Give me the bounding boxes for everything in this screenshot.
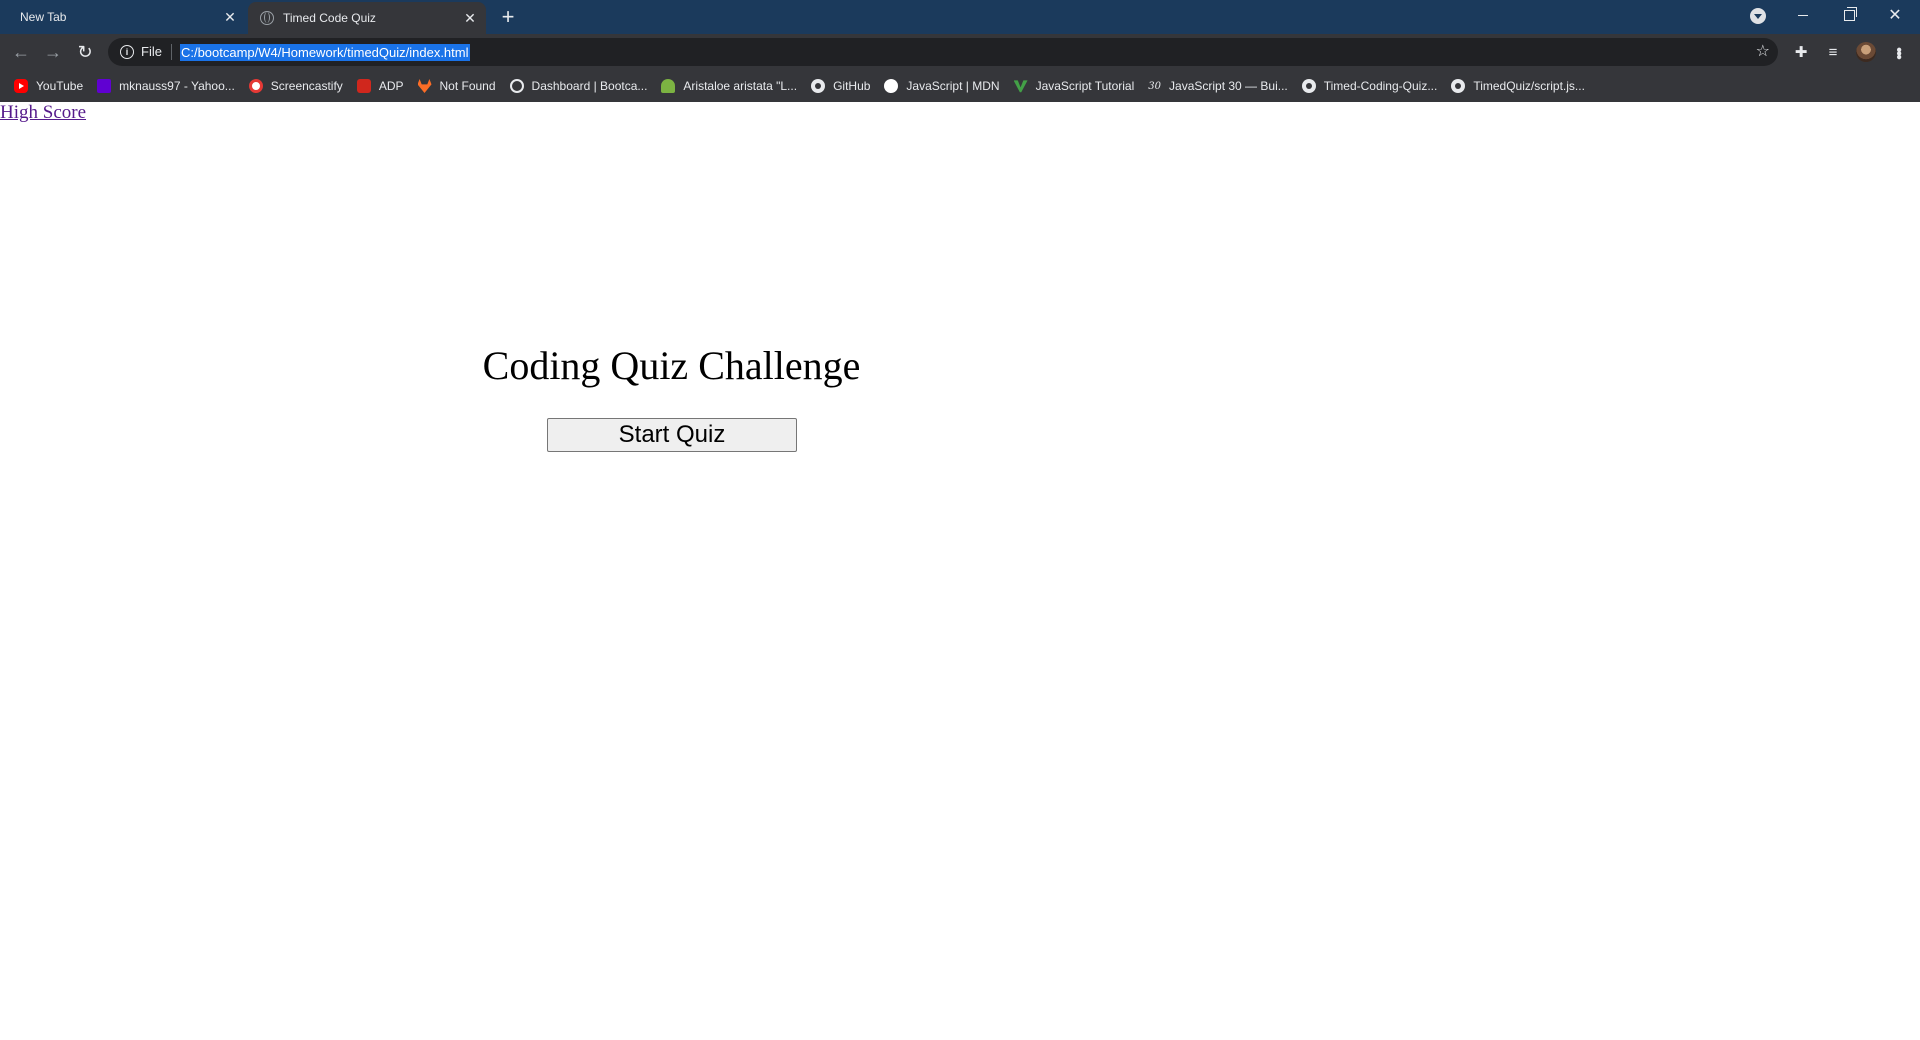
bookmark-screencastify[interactable]: Screencastify [248,74,343,98]
screencastify-icon [248,79,263,93]
minimize-button[interactable] [1780,0,1826,30]
bookmark-label: GitHub [833,79,871,93]
bookmark-label: JavaScript | MDN [906,79,1000,93]
forward-button[interactable]: → [40,39,66,65]
close-icon[interactable]: ✕ [222,9,238,25]
tab-new-tab[interactable]: New Tab ✕ [0,0,246,34]
bookmark-github[interactable]: GitHub [811,74,870,98]
tab-search-icon[interactable] [1750,8,1766,24]
page-title: Coding Quiz Challenge [482,343,861,388]
bookmark-label: Aristaloe aristata "L... [683,79,798,93]
bookmark-label: JavaScript Tutorial [1035,79,1135,93]
reload-button[interactable]: ↻ [72,39,98,65]
new-tab-button[interactable]: + [496,5,520,29]
info-icon[interactable]: i [120,45,134,59]
bookmark-timedquiz-script[interactable]: TimedQuiz/script.js... [1451,74,1585,98]
bookmark-js30[interactable]: 30 JavaScript 30 — Bui... [1148,74,1287,98]
address-bar[interactable]: i File C:/bootcamp/W4/Homework/timedQuiz… [108,38,1778,66]
bookmark-label: TimedQuiz/script.js... [1473,79,1585,93]
bookmark-youtube[interactable]: YouTube [14,74,83,98]
tab-label: Timed Code Quiz [283,11,376,25]
close-icon[interactable]: ✕ [462,10,478,26]
globe-icon [260,11,274,25]
jstutorial-icon [1013,80,1028,93]
js30-icon: 30 [1148,80,1162,92]
arrow-left-icon: ← [12,41,30,62]
bookmarks-bar: YouTube mknauss97 - Yahoo... Screencasti… [0,70,1920,102]
profile-avatar[interactable] [1856,42,1876,62]
bookmark-timed-coding-quiz[interactable]: Timed-Coding-Quiz... [1301,74,1438,98]
bookmark-label: Timed-Coding-Quiz... [1323,79,1438,93]
bookmark-label: YouTube [36,79,84,93]
bookmark-dashboard[interactable]: Dashboard | Bootca... [509,74,648,98]
yahoo-icon [97,79,112,93]
bookmark-mdn[interactable]: JavaScript | MDN [884,74,1000,98]
restore-button[interactable] [1826,0,1872,30]
bookmark-label: Dashboard | Bootca... [531,79,648,93]
bookmark-js-tutorial[interactable]: JavaScript Tutorial [1013,74,1135,98]
gitlab-icon [417,79,432,93]
scheme-chip[interactable]: File [141,44,172,60]
github-icon [1451,79,1466,93]
bookmark-label: JavaScript 30 — Bui... [1169,79,1288,93]
mdn-icon [884,79,899,93]
globe-icon [509,79,524,93]
bookmark-adp[interactable]: ADP [356,74,404,98]
adp-icon [356,79,371,93]
back-button[interactable]: ← [8,39,34,65]
url-text[interactable]: C:/bootcamp/W4/Homework/timedQuiz/index.… [179,43,470,61]
restore-icon [1843,6,1857,21]
bookmark-label: Not Found [439,79,496,93]
bookmark-label: ADP [378,79,404,93]
window-close-button[interactable]: ✕ [1872,0,1918,30]
bookmark-not-found[interactable]: Not Found [417,74,496,98]
bookmark-yahoo[interactable]: mknauss97 - Yahoo... [97,74,235,98]
tab-strip: New Tab ✕ Timed Code Quiz ✕ + ✕ [0,0,1920,34]
high-score-link[interactable]: High Score [0,102,86,124]
reload-icon: ↻ [77,41,93,62]
media-controls-icon[interactable]: ≡ [1824,43,1842,61]
tab-label: New Tab [20,10,67,24]
bookmark-aristaloe[interactable]: Aristaloe aristata "L... [661,74,797,98]
page-content: High Score Coding Quiz Challenge Start Q… [0,102,1920,1040]
browser-toolbar: ← → ↻ i File C:/bootcamp/W4/Homework/tim… [0,34,1920,70]
menu-dots-icon[interactable]: ••• [1890,43,1907,61]
bookmark-label: mknauss97 - Yahoo... [119,79,235,93]
github-icon [811,79,826,93]
youtube-icon [14,79,28,93]
github-icon [1301,79,1316,93]
start-quiz-button[interactable]: Start Quiz [547,418,797,452]
bookmark-label: Screencastify [270,79,343,93]
bookmark-star-icon[interactable]: ☆ [1756,43,1770,61]
tab-timed-code-quiz[interactable]: Timed Code Quiz ✕ [248,2,486,34]
minimize-icon [1798,14,1808,16]
arrow-right-icon: → [44,41,62,62]
plant-icon [661,79,676,93]
extensions-icon[interactable]: ✚ [1792,43,1810,61]
